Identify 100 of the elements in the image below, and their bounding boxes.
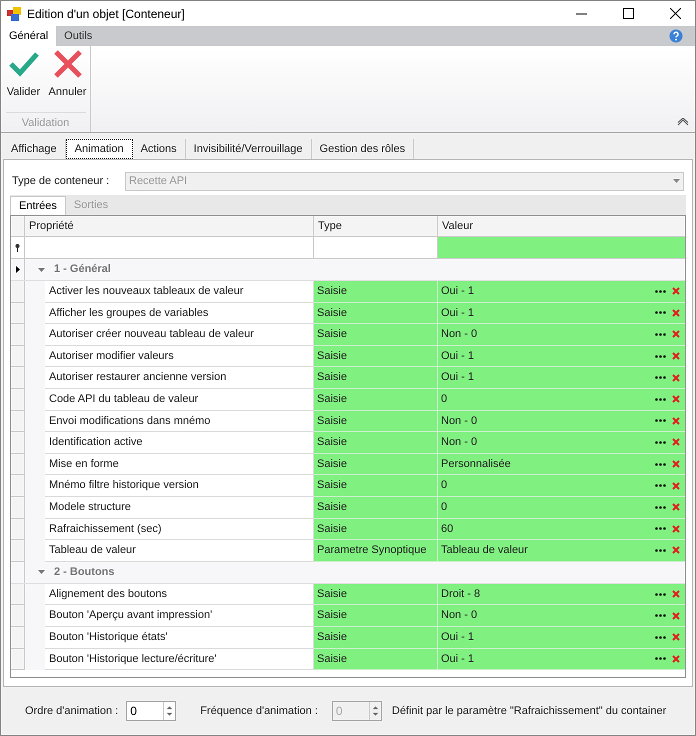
delete-icon[interactable]: [672, 308, 680, 317]
collapse-ribbon-icon[interactable]: [677, 118, 689, 126]
more-icon[interactable]: [655, 419, 666, 422]
more-icon[interactable]: [655, 332, 666, 336]
table-cell-text: 60: [441, 522, 454, 537]
table-cell-text: 0: [441, 478, 448, 494]
more-icon[interactable]: [655, 398, 666, 401]
column-header[interactable]: Propriété: [25, 216, 314, 236]
hint-text: Définit par le paramètre "Rafraichissement" du container: [392, 704, 666, 719]
ribbon-tab[interactable]: Général: [1, 26, 56, 46]
delete-icon[interactable]: [672, 460, 680, 468]
table-cell: Saisie: [314, 388, 438, 411]
more-icon[interactable]: [655, 527, 666, 530]
table-cell: Bouton 'Historique états': [45, 626, 314, 648]
table-cell: Mise en forme: [45, 454, 314, 476]
table-cell: Mnémo filtre historique version: [45, 475, 314, 497]
delete-icon[interactable]: [672, 654, 680, 663]
delete-icon[interactable]: [672, 524, 680, 533]
group-title[interactable]: 1 - Général: [54, 261, 111, 278]
table-cell: Saisie: [314, 432, 438, 454]
table-cell-text: 0: [441, 392, 448, 408]
more-icon[interactable]: [655, 636, 666, 639]
more-icon[interactable]: [655, 657, 666, 660]
delete-icon[interactable]: [672, 416, 680, 425]
field-label: Type de conteneur :: [12, 174, 110, 189]
tab[interactable]: Animation: [66, 139, 133, 159]
more-icon[interactable]: [655, 548, 666, 552]
spin-field[interactable]: 0: [126, 701, 176, 721]
table-cell: Saisie: [314, 518, 438, 540]
close-button[interactable]: [670, 8, 681, 19]
column-header[interactable]: Type: [314, 216, 438, 236]
more-icon[interactable]: [655, 311, 666, 314]
table-cell-text: Tableau de valeur: [441, 543, 529, 558]
delete-icon[interactable]: [672, 287, 680, 296]
more-icon[interactable]: [655, 290, 666, 293]
table-cell: Saisie: [314, 454, 438, 476]
expand-toggle-icon[interactable]: [38, 570, 45, 574]
ribbon-tab[interactable]: Outils: [56, 26, 100, 46]
table-cell: Identification active: [45, 432, 314, 454]
delete-icon[interactable]: [672, 395, 680, 404]
more-icon[interactable]: [655, 440, 666, 444]
table-cell: Envoi modifications dans mnémo: [45, 410, 314, 432]
table-cell-text: Non - 0: [441, 608, 478, 624]
sub-tab[interactable]: Entrées: [10, 196, 66, 215]
cancel-button[interactable]: Annuler: [48, 50, 88, 108]
delete-icon[interactable]: [672, 590, 680, 598]
table-cell: Autoriser créer nouveau tableau de valeur: [45, 324, 314, 346]
table-cell-text: Non - 0: [441, 435, 478, 450]
table-cell-text: Oui - 1: [441, 370, 476, 386]
more-icon[interactable]: [655, 506, 666, 509]
table-cell: Afficher les groupes de variables: [45, 302, 314, 324]
more-icon[interactable]: [655, 614, 666, 618]
delete-icon[interactable]: [672, 633, 680, 642]
more-icon[interactable]: [655, 376, 666, 380]
dropdown-arrow-icon: [673, 179, 680, 183]
delete-icon[interactable]: [672, 546, 680, 554]
delete-icon[interactable]: [672, 503, 680, 512]
table-cell: Saisie: [314, 281, 438, 303]
field-label: Fréquence d'animation :: [200, 704, 318, 719]
table-cell: Saisie: [314, 648, 438, 670]
table-cell: Saisie: [314, 346, 438, 368]
table-cell: Modele structure: [45, 496, 314, 519]
table-cell: Parametre Synoptique: [314, 540, 438, 562]
table-cell: Code API du tableau de valeur: [45, 388, 314, 411]
more-icon[interactable]: [655, 484, 666, 488]
table-cell-text: Personnalisée: [441, 456, 512, 472]
filter-pin-icon: [15, 244, 20, 252]
maximize-button[interactable]: [623, 8, 634, 19]
table-cell-text: Oui - 1: [441, 306, 476, 321]
validate-button[interactable]: Valider: [4, 50, 44, 108]
table-cell: Saisie: [314, 626, 438, 648]
table-cell-text: Oui - 1: [441, 630, 476, 645]
column-header[interactable]: Valeur: [438, 216, 685, 236]
table-cell: Saisie: [314, 302, 438, 324]
table-cell: Rafraichissement (sec): [45, 518, 314, 540]
delete-icon[interactable]: [672, 374, 680, 382]
group-title[interactable]: 2 - Boutons: [54, 564, 114, 580]
table-cell: Saisie: [314, 496, 438, 519]
expand-toggle-icon[interactable]: [38, 268, 45, 272]
checkmark-icon: [8, 50, 38, 78]
help-icon[interactable]: [669, 29, 683, 43]
delete-icon[interactable]: [672, 352, 680, 360]
filter-cell[interactable]: [438, 237, 685, 258]
spin-arrows-icon: [368, 702, 381, 720]
cross-icon: [52, 50, 82, 78]
table-cell-text: Non - 0: [441, 327, 478, 342]
delete-icon[interactable]: [672, 438, 680, 446]
table-cell: Saisie: [314, 605, 438, 627]
more-icon[interactable]: [655, 354, 666, 358]
table-cell: Saisie: [314, 584, 438, 606]
table-cell: Activer les nouveaux tableaux de valeur: [45, 281, 314, 303]
table-cell-text: 0: [441, 500, 448, 515]
delete-icon[interactable]: [672, 612, 680, 620]
delete-icon[interactable]: [672, 330, 680, 338]
delete-icon[interactable]: [672, 482, 680, 490]
window-title: Edition d'un objet [Conteneur]: [27, 6, 185, 22]
more-icon[interactable]: [655, 592, 666, 596]
table-cell: Saisie: [314, 324, 438, 346]
table-cell-text: Oui - 1: [441, 348, 476, 364]
more-icon[interactable]: [655, 462, 666, 466]
